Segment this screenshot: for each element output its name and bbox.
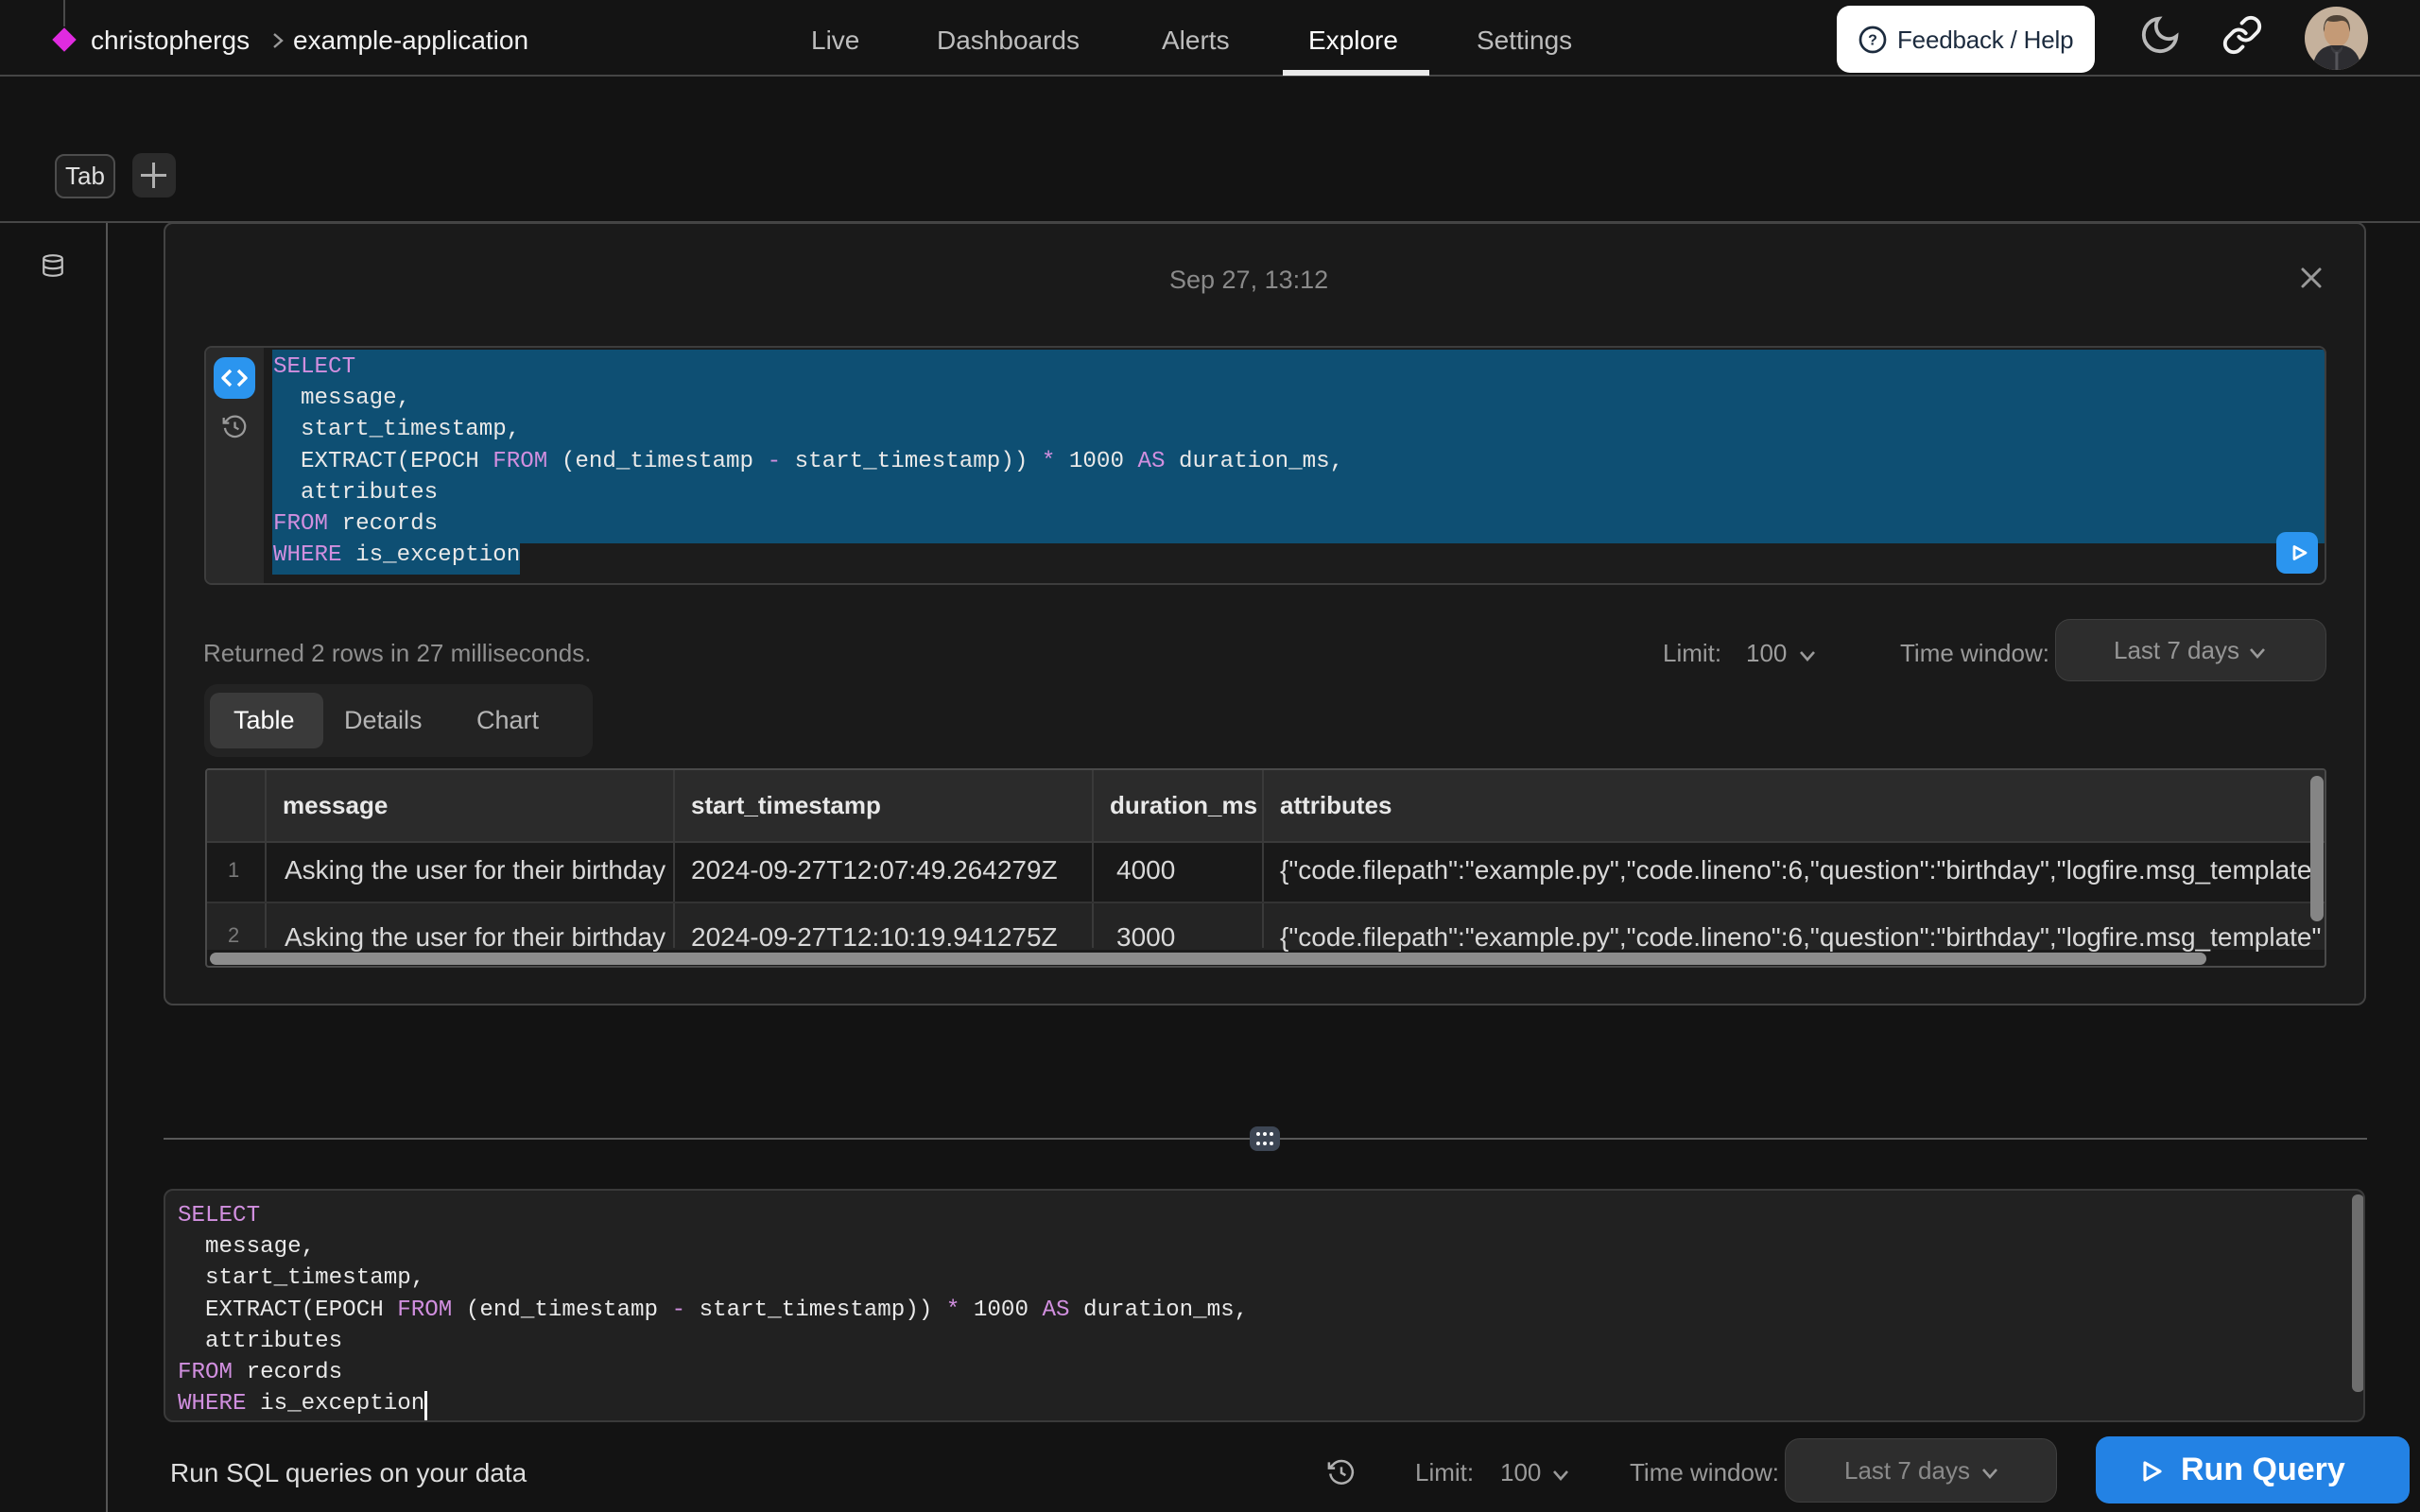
svg-text:?: ? xyxy=(1868,33,1877,49)
